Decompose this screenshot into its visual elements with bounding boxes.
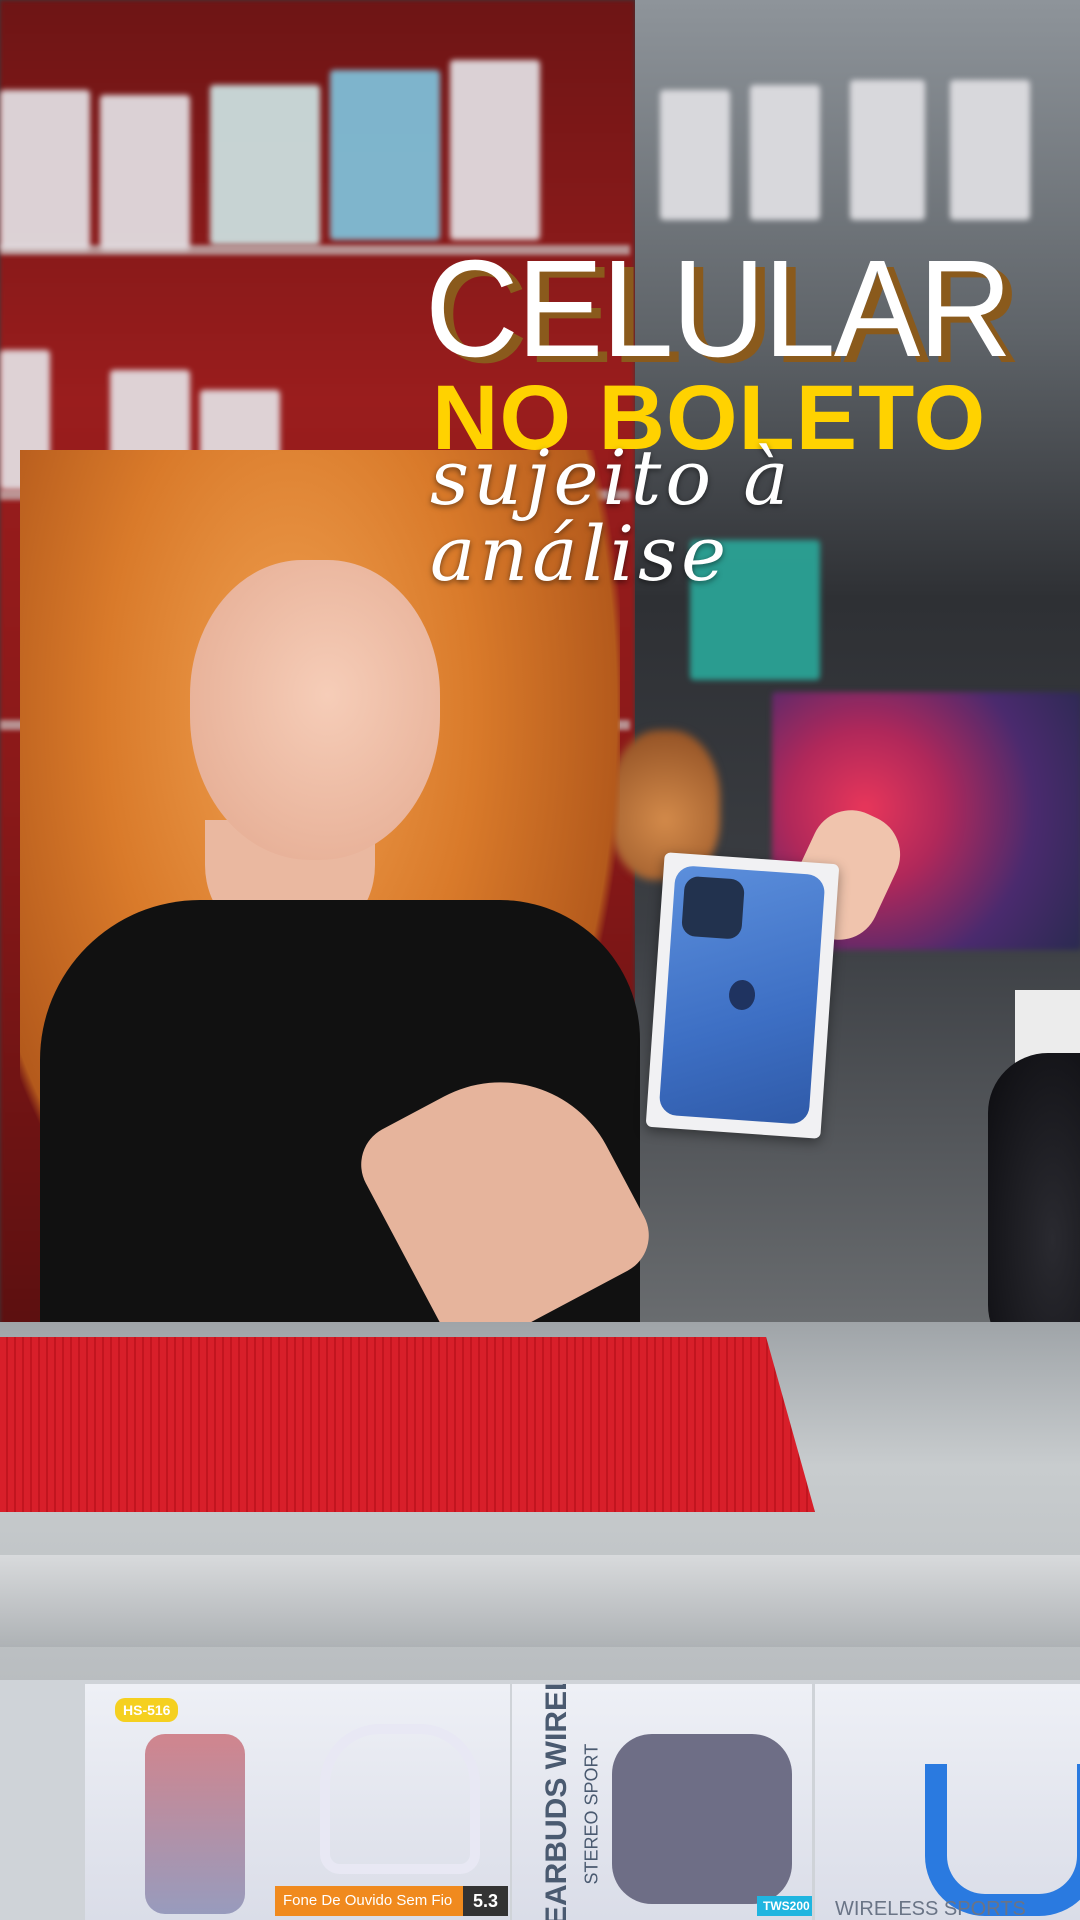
product-model: HS-516 bbox=[115, 1698, 179, 1722]
iphone-box bbox=[645, 852, 840, 1139]
product-version: 5.3 bbox=[463, 1886, 508, 1916]
product-label: Fone De Ouvido Sem Fio bbox=[275, 1886, 463, 1916]
product-image bbox=[145, 1734, 245, 1914]
product-box-4: WIRELESS SPORTS bbox=[815, 1684, 1080, 1920]
product-subtitle: STEREO SPORT bbox=[581, 1743, 602, 1885]
product-box-1: HS-516 bbox=[85, 1684, 275, 1920]
product-box-2: Fone De Ouvido Sem Fio 5.3 bbox=[275, 1684, 510, 1920]
woman-face bbox=[190, 560, 440, 860]
headphones bbox=[988, 1053, 1080, 1365]
camera-module-icon bbox=[681, 875, 746, 940]
product-model: TWS200 bbox=[757, 1896, 812, 1916]
product-image bbox=[925, 1764, 1080, 1916]
counter-rail bbox=[0, 1555, 1080, 1647]
product-image bbox=[320, 1724, 480, 1874]
product-box-3: EARBUDS WIRELESS STEREO SPORT TWS200 bbox=[512, 1684, 812, 1920]
headline-subject-to-analysis: sujeito à análise bbox=[430, 433, 793, 598]
headline-overlay: CELULAR NO BOLETO sujeito à análise bbox=[0, 0, 1080, 600]
product-title: EARBUDS WIRELESS bbox=[540, 1684, 573, 1920]
iphone bbox=[658, 865, 826, 1125]
red-counter-mat bbox=[0, 1337, 815, 1512]
headline-celular: CELULAR bbox=[425, 232, 1012, 386]
product-image bbox=[612, 1734, 792, 1904]
product-title: WIRELESS SPORTS bbox=[835, 1898, 1026, 1920]
apple-logo-icon bbox=[728, 979, 757, 1011]
